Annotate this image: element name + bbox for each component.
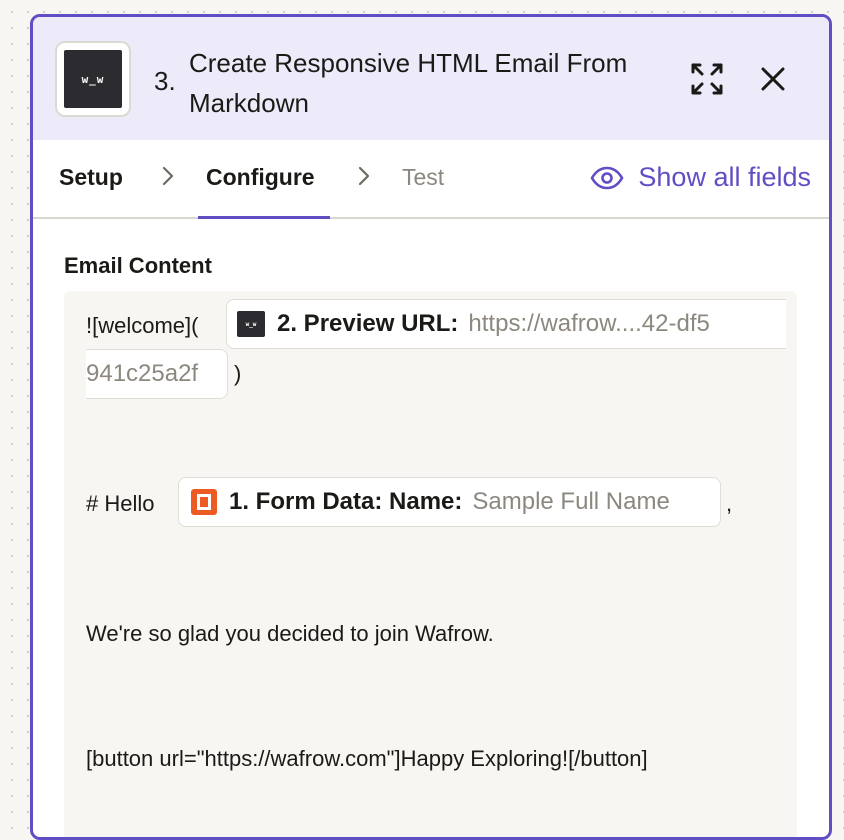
form-name-label: 1. Form Data: Name: (229, 488, 463, 515)
step-number: 3. (154, 66, 176, 96)
app-logo: w_w (55, 41, 131, 117)
step-tabs: Setup Configure Test Show all fields (33, 140, 829, 219)
markdown-image-suffix: ) (234, 361, 242, 386)
welcome-line: We're so glad you decided to join Wafrow… (86, 621, 494, 646)
hello-heading-prefix: # Hello (86, 491, 155, 516)
preview-url-value-continued: 941c25a2f (86, 360, 199, 387)
step-panel: w_w 3. Create Responsive HTML Email From… (30, 14, 832, 840)
email-content-label: Email Content (64, 253, 212, 278)
close-button[interactable] (753, 59, 793, 99)
show-all-fields-button[interactable]: Show all fields (590, 162, 811, 193)
app-logo-text: w_w (64, 50, 122, 108)
form-app-icon (191, 489, 217, 515)
hello-heading-suffix: , (726, 491, 733, 516)
tab-setup[interactable]: Setup (59, 164, 123, 191)
step-title: Create Responsive HTML Email From Markdo… (189, 48, 628, 118)
eye-icon (590, 166, 624, 189)
show-all-fields-label: Show all fields (638, 162, 811, 192)
expand-arrows-icon (691, 63, 723, 95)
chevron-right-icon (358, 166, 370, 186)
wafrow-app-icon: w_w (237, 311, 265, 337)
preview-url-pill[interactable]: w_w 2. Preview URL: https://wafrow....42… (226, 299, 786, 349)
tab-configure[interactable]: Configure (206, 164, 315, 191)
close-icon (761, 67, 785, 91)
step-header: w_w 3. Create Responsive HTML Email From… (33, 17, 829, 140)
email-content-editor[interactable]: ![welcome]( w_w 2. Preview URL: https://… (64, 291, 797, 837)
expand-button[interactable] (687, 59, 727, 99)
preview-url-value: https://wafrow....42-df5 (468, 310, 710, 337)
form-name-value: Sample Full Name (472, 488, 670, 515)
markdown-image-prefix: ![welcome]( (86, 313, 199, 338)
preview-url-pill-continued[interactable]: 941c25a2f (86, 349, 228, 399)
active-tab-indicator (198, 216, 330, 219)
chevron-right-icon (162, 166, 174, 186)
preview-url-label: 2. Preview URL: (277, 310, 459, 337)
form-name-pill[interactable]: 1. Form Data: Name: Sample Full Name (178, 477, 721, 527)
tab-test[interactable]: Test (402, 164, 444, 191)
button-shortcode-line: [button url="https://wafrow.com"]Happy E… (86, 746, 648, 771)
